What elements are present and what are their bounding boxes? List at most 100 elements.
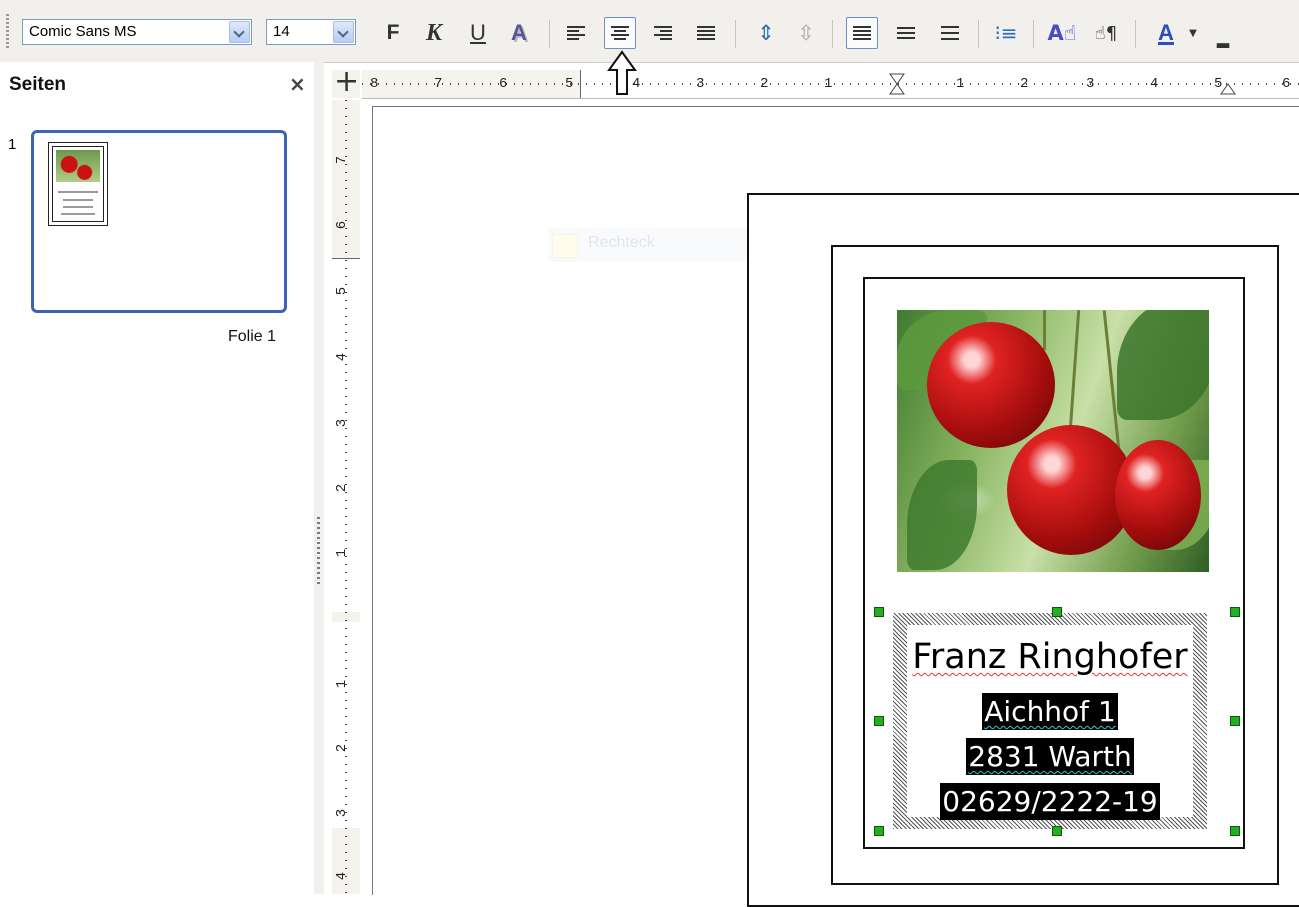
font-color-dropdown[interactable]: ▼ xyxy=(1186,17,1200,49)
cherry-shape xyxy=(1115,440,1201,550)
increase-spacing-button[interactable]: ⇕ xyxy=(750,17,782,49)
align-center-icon xyxy=(611,24,629,42)
vertical-ruler[interactable]: 7 6 5 4 3 2 1 1 2 3 4 xyxy=(332,100,360,894)
slide-number: 1 xyxy=(8,136,17,153)
splitter-grip[interactable] xyxy=(317,517,320,587)
ruler-label: 2 xyxy=(1020,76,1029,92)
resize-handle[interactable] xyxy=(874,826,884,836)
slide-canvas[interactable]: Rechteck Franz Ringhofer Aichhof 1 2831 … xyxy=(372,106,1299,907)
ruler-label: 3 xyxy=(334,418,351,428)
resize-handle[interactable] xyxy=(1052,826,1062,836)
italic-button[interactable]: K xyxy=(418,17,450,49)
line-spacing-2-button[interactable] xyxy=(934,17,966,49)
ruler-label: 5 xyxy=(565,76,574,92)
shadow-label: A xyxy=(511,20,527,45)
bullets-button[interactable]: ⁝≡ xyxy=(990,17,1022,49)
font-name-dropdown-icon[interactable] xyxy=(229,21,250,43)
ruler-label: 6 xyxy=(334,220,351,230)
font-color-button[interactable]: A xyxy=(1146,17,1186,49)
line-spacing-15-button[interactable] xyxy=(890,17,922,49)
font-size-dropdown-icon[interactable] xyxy=(333,21,354,43)
ruler-label: 4 xyxy=(334,352,351,362)
panel-splitter[interactable] xyxy=(314,62,324,894)
font-size-value: 14 xyxy=(273,23,290,40)
bullets-icon: ⁝≡ xyxy=(994,21,1018,45)
ghost-tooltip-text: Rechteck xyxy=(588,234,655,251)
ruler-label: 1 xyxy=(334,548,351,558)
resize-handle[interactable] xyxy=(1230,826,1240,836)
line-spacing-15-icon xyxy=(897,24,915,42)
toolbar-separator xyxy=(978,20,979,48)
font-color-label: A xyxy=(1158,20,1174,45)
ruler-label: 7 xyxy=(434,76,443,92)
ruler-label: 4 xyxy=(1150,76,1159,92)
toolbar-separator xyxy=(549,20,550,48)
justify-button[interactable] xyxy=(690,17,722,49)
slide-thumbnail[interactable] xyxy=(31,130,287,313)
character-button[interactable]: A☝ xyxy=(1046,17,1078,49)
ruler-label: 3 xyxy=(334,808,351,818)
align-right-button[interactable] xyxy=(647,17,679,49)
ruler-label: 4 xyxy=(334,871,351,881)
bold-button[interactable]: F xyxy=(377,17,409,49)
close-icon[interactable]: × xyxy=(289,72,306,96)
address-city[interactable]: 2831 Warth xyxy=(907,738,1193,775)
ruler-label: 6 xyxy=(1282,76,1291,92)
increase-spacing-icon: ⇕ xyxy=(757,21,775,45)
slide-label: Folie 1 xyxy=(228,328,277,345)
address-city-text: 2831 Warth xyxy=(966,738,1134,775)
decrease-spacing-icon: ⇳ xyxy=(797,21,815,45)
resize-handle[interactable] xyxy=(1052,607,1062,617)
line-spacing-2-icon xyxy=(941,22,959,44)
font-size-combo[interactable]: 14 xyxy=(266,19,356,45)
address-name[interactable]: Franz Ringhofer xyxy=(897,637,1203,677)
ruler-label: 3 xyxy=(696,76,705,92)
toolbar-overflow-button[interactable]: ▂ xyxy=(1213,20,1233,56)
ruler-label: 1 xyxy=(956,76,965,92)
address-text-area[interactable]: Franz Ringhofer Aichhof 1 2831 Warth 026… xyxy=(907,625,1193,820)
indent-marker-icon[interactable] xyxy=(888,72,906,96)
resize-handle[interactable] xyxy=(1230,716,1240,726)
toolbar-grip[interactable] xyxy=(6,14,9,48)
paragraph-icon: ☝¶ xyxy=(1094,22,1118,44)
ruler-label: 2 xyxy=(760,76,769,92)
right-indent-marker-icon[interactable] xyxy=(1219,72,1237,96)
ruler-ticks xyxy=(345,100,347,894)
slide-mini-page xyxy=(48,142,108,226)
line-spacing-1-button[interactable] xyxy=(846,17,878,49)
justify-icon xyxy=(697,24,715,42)
ruler-label: 1 xyxy=(824,76,833,92)
cherry-stem xyxy=(1068,310,1081,430)
formatting-toolbar: Comic Sans MS 14 F K U A ⇕ ⇳ ⁝≡ A☝ ☝¶ A … xyxy=(0,0,1299,63)
align-center-button[interactable] xyxy=(604,17,636,49)
resize-handle[interactable] xyxy=(1230,607,1240,617)
underline-button[interactable]: U xyxy=(462,17,494,49)
slide-mini-text xyxy=(61,213,95,215)
character-icon: A☝ xyxy=(1047,21,1077,45)
decrease-spacing-button[interactable]: ⇳ xyxy=(790,17,822,49)
shadow-button[interactable]: A xyxy=(503,17,535,49)
slide-mini-text xyxy=(63,199,93,201)
line-spacing-1-icon xyxy=(853,24,871,42)
paragraph-button[interactable]: ☝¶ xyxy=(1090,17,1122,49)
ruler-label: 7 xyxy=(334,155,351,165)
horizontal-ruler[interactable]: 8 7 6 5 4 3 2 1 1 2 3 4 5 6 xyxy=(362,70,1299,99)
cherries-photo[interactable] xyxy=(897,310,1209,572)
address-street[interactable]: Aichhof 1 xyxy=(907,693,1193,730)
overflow-icon: ▂ xyxy=(1216,28,1230,48)
address-text-frame[interactable]: Franz Ringhofer Aichhof 1 2831 Warth 026… xyxy=(893,613,1207,829)
slide-mini-image xyxy=(56,150,100,182)
resize-handle[interactable] xyxy=(874,716,884,726)
address-phone[interactable]: 02629/2222-19 xyxy=(907,783,1193,820)
panel-title: Seiten xyxy=(9,74,67,95)
slide-mini-text xyxy=(58,191,98,193)
rectangle-icon xyxy=(552,234,578,258)
font-name-combo[interactable]: Comic Sans MS xyxy=(22,19,252,45)
ruler-label: 2 xyxy=(334,743,351,753)
ruler-corner xyxy=(332,64,360,99)
resize-handle[interactable] xyxy=(874,607,884,617)
ruler-label: 6 xyxy=(499,76,508,92)
slide-mini-card xyxy=(52,146,104,222)
align-left-icon xyxy=(567,24,585,42)
align-left-button[interactable] xyxy=(560,17,592,49)
